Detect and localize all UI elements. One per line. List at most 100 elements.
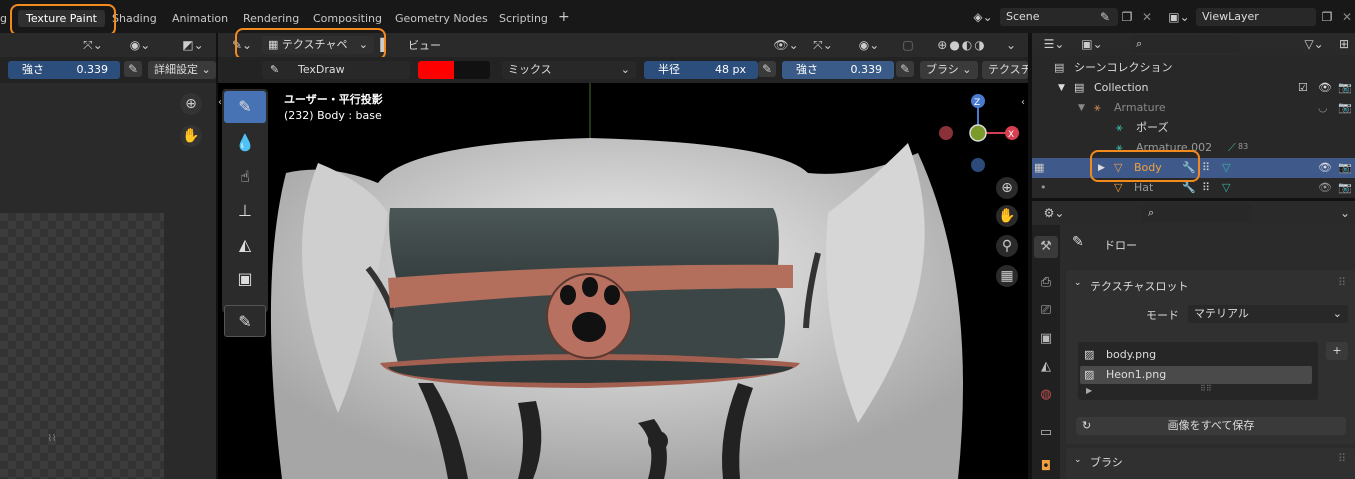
camera-icon[interactable]: 📷 [1338, 178, 1352, 198]
outliner-row-pose[interactable]: ⚹ ポーズ [1032, 118, 1355, 138]
display-mode-icon[interactable]: ▣⌄ [1078, 36, 1106, 52]
outliner-row-collection[interactable]: ▼ ▤ Collection ☑ 👁 📷 [1032, 78, 1355, 98]
camera-icon[interactable]: 📷 [1338, 98, 1352, 118]
add-slot-button[interactable]: + [1326, 342, 1348, 360]
color-picker[interactable] [418, 61, 490, 79]
filter-icon[interactable]: ▽⌄ [1300, 36, 1328, 52]
shading-mode-icons[interactable]: ⊕●◐◑ [924, 37, 1000, 53]
overlay-toggle-icon[interactable]: ◉⌄ [126, 37, 154, 53]
strength-pressure-icon[interactable]: ✎ [896, 61, 914, 77]
tool-tab-icon[interactable]: ⚒ [1034, 236, 1058, 258]
tab-animation[interactable]: Animation [172, 12, 228, 25]
view-layer-tab-icon[interactable]: ▣ [1034, 328, 1058, 350]
delete-viewlayer-icon[interactable]: ✕ [1340, 9, 1354, 25]
expand-arrow-icon[interactable]: ▼ [1058, 78, 1065, 98]
zoom-icon[interactable]: ⊕ [996, 177, 1018, 199]
camera-icon[interactable]: 📷 [1338, 78, 1352, 98]
tab-rendering[interactable]: Rendering [243, 12, 299, 25]
fill-tool-icon[interactable]: ◭ [224, 229, 266, 261]
overlays-icon[interactable]: ◉⌄ [854, 37, 884, 53]
viewport-3d[interactable]: ✎ 💧 ☝ ⊥ ◭ ▣ ✎ ユーザー・平行投影 (232) Body : bas… [218, 83, 1028, 479]
image-strength-slider[interactable]: 強さ 0.339 [8, 61, 120, 79]
scene-selector-icon[interactable]: ◈⌄ [970, 9, 996, 25]
new-scene-icon[interactable]: ❐ [1118, 9, 1136, 25]
save-all-images-button[interactable]: ↻ 画像をすべて保存 [1076, 417, 1346, 435]
annotate-tool-icon[interactable]: ✎ [224, 305, 266, 337]
outliner-row-scene-collection[interactable]: ▤ シーンコレクション [1032, 58, 1355, 78]
mask-tool-icon[interactable]: ▣ [224, 263, 266, 295]
scene-tab-icon[interactable]: ◭ [1034, 356, 1058, 378]
eye-closed-icon[interactable]: ◡ [1318, 98, 1328, 118]
properties-editor-icon[interactable]: ⚙⌄ [1040, 205, 1068, 221]
new-collection-icon[interactable]: ⊞ [1336, 36, 1352, 52]
properties-search-input[interactable]: ⌕ [1142, 204, 1252, 222]
mode-dropdown[interactable]: マテリアル ⌄ [1188, 305, 1348, 323]
tab-shading[interactable]: Shading [112, 12, 157, 25]
expand-arrow-icon[interactable]: ⌄ [1074, 455, 1082, 465]
world-tab-icon[interactable]: ◍ [1034, 384, 1058, 406]
gizmo-neg-z-axis[interactable] [971, 158, 985, 172]
zoom-icon[interactable]: ⊕ [180, 93, 202, 115]
outliner-editor-icon[interactable]: ☰⌄ [1040, 36, 1068, 52]
brush-selector[interactable]: ✎ TexDraw [262, 61, 410, 79]
add-workspace-button[interactable]: + [558, 9, 570, 25]
tab-scripting[interactable]: Scripting [499, 12, 548, 25]
outliner-row-armature[interactable]: ▼ ⚹ Armature ◡ 📷 [1032, 98, 1355, 118]
output-tab-icon[interactable]: ⎚ [1034, 300, 1058, 322]
chevron-down-icon[interactable]: ⌄ [1338, 205, 1352, 221]
strength-slider[interactable]: 強さ 0.339 [782, 61, 894, 79]
image-editor-canvas[interactable]: ⊕ ✋ ⌇⌇ [0, 83, 216, 479]
brush-menu[interactable]: ブラシ ⌄ [920, 61, 978, 79]
outliner-search-input[interactable]: ⌕ [1130, 35, 1240, 53]
expand-arrow-icon[interactable]: ▶ [1086, 386, 1092, 395]
toolbar-toggle-icon[interactable]: ‹ [218, 95, 225, 111]
expand-arrow-icon[interactable]: ▼ [1078, 98, 1085, 118]
visibility-icon[interactable]: 👁⌄ [773, 37, 799, 53]
delete-scene-icon[interactable]: ✕ [1140, 9, 1154, 25]
camera-icon[interactable]: ⚲ [996, 235, 1018, 257]
texture-menu[interactable]: テクスチ [982, 61, 1028, 79]
soften-tool-icon[interactable]: 💧 [224, 127, 266, 159]
blend-mode-dropdown[interactable]: ミックス ⌄ [502, 61, 636, 79]
view-menu[interactable]: ビュー [408, 37, 441, 53]
smear-tool-icon[interactable]: ☝ [224, 161, 266, 193]
clone-tool-icon[interactable]: ⊥ [224, 195, 266, 227]
gizmo-icon[interactable]: ⤧⌄ [808, 37, 838, 53]
draw-tool-icon[interactable]: ✎ [224, 91, 266, 123]
display-channels-icon[interactable]: ◩⌄ [178, 37, 208, 53]
new-viewlayer-icon[interactable]: ❐ [1318, 9, 1336, 25]
expand-arrow-icon[interactable]: ⌄ [1074, 278, 1082, 288]
camera-icon[interactable]: 📷 [1338, 158, 1352, 178]
grid-icon[interactable]: ▦ [996, 265, 1018, 287]
radius-pressure-icon[interactable]: ✎ [758, 61, 776, 77]
tab-geometry-nodes[interactable]: Geometry Nodes [395, 12, 488, 25]
shading-options-icon[interactable]: ⌄ [1004, 37, 1018, 53]
tab-layout-partial[interactable]: g [0, 12, 7, 25]
eye-icon[interactable]: 👁 [1318, 158, 1332, 178]
viewlayer-selector-icon[interactable]: ▣⌄ [1165, 9, 1193, 25]
gizmo-y-axis[interactable] [969, 124, 987, 142]
resize-handle-icon[interactable]: ⠿⠿ [1200, 384, 1212, 393]
tab-compositing[interactable]: Compositing [313, 12, 382, 25]
texture-slot-item[interactable]: ▨ body.png [1080, 346, 1316, 364]
checkbox-icon[interactable]: ☑ [1298, 78, 1308, 98]
render-tab-icon[interactable]: ⎙ [1034, 272, 1058, 294]
advanced-settings-dropdown[interactable]: 詳細設定 ⌄ [148, 61, 216, 79]
collection-tab-icon[interactable]: ▭ [1034, 422, 1058, 444]
xray-icon[interactable]: ▢ [900, 37, 916, 53]
viewlayer-name-field[interactable]: ViewLayer [1196, 8, 1316, 26]
pressure-icon[interactable]: ✎ [124, 61, 142, 77]
pan-hand-icon[interactable]: ✋ [180, 125, 202, 147]
pan-hand-icon[interactable]: ✋ [996, 205, 1018, 227]
gizmo-toggle-icon[interactable]: ⤧⌄ [80, 37, 106, 53]
eye-icon[interactable]: 👁 [1318, 178, 1332, 198]
drag-handle-icon[interactable]: ⠿ [1338, 452, 1346, 465]
radius-slider[interactable]: 半径 48 px [644, 61, 758, 79]
texture-slot-item-selected[interactable]: ▨ Heon1.png [1080, 366, 1312, 384]
eye-icon[interactable]: 👁 [1318, 78, 1332, 98]
gizmo-neg-x-axis[interactable] [939, 126, 953, 140]
navigation-gizmo[interactable]: Z X [928, 89, 1028, 189]
object-tab-icon[interactable]: ◘ [1034, 456, 1058, 478]
pin-icon[interactable]: ✎ [1098, 9, 1112, 25]
drag-handle-icon[interactable]: ⠿ [1338, 276, 1346, 289]
